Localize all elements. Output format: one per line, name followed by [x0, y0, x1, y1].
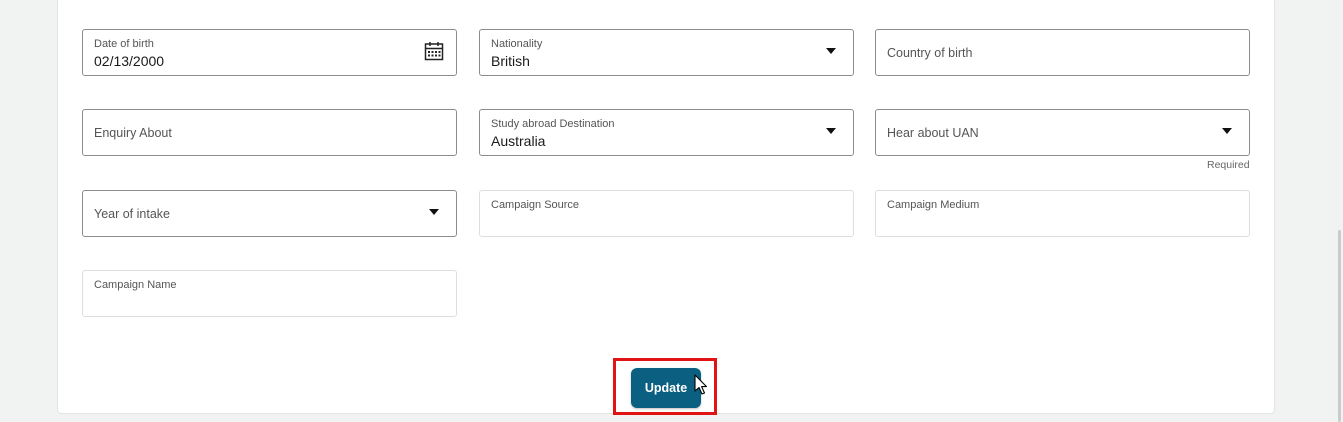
calendar-icon[interactable]	[424, 41, 444, 61]
campaign-medium-label: Campaign Medium	[887, 199, 980, 211]
date-of-birth-field[interactable]: Date of birth 02/13/2000	[82, 29, 457, 76]
enquiry-about-placeholder: Enquiry About	[94, 126, 172, 140]
study-destination-label: Study abroad Destination	[491, 118, 615, 130]
update-button[interactable]: Update	[631, 368, 701, 408]
study-destination-value: Australia	[491, 133, 546, 149]
campaign-source-input[interactable]: Campaign Source	[479, 190, 854, 237]
campaign-name-input[interactable]: Campaign Name	[82, 270, 457, 317]
campaign-source-label: Campaign Source	[491, 199, 580, 211]
year-of-intake-placeholder: Year of intake	[94, 207, 170, 221]
study-destination-select[interactable]: Study abroad Destination Australia	[479, 109, 854, 156]
caret-down-icon	[1222, 128, 1232, 134]
caret-down-icon	[826, 128, 836, 134]
country-of-birth-placeholder: Country of birth	[887, 46, 973, 60]
year-of-intake-select[interactable]: Year of intake	[82, 190, 457, 237]
hear-about-select[interactable]: Hear about UAN	[875, 109, 1250, 156]
page-scrollbar[interactable]	[1338, 230, 1341, 422]
caret-down-icon	[826, 48, 836, 54]
hear-about-required-text: Required	[1207, 159, 1250, 171]
campaign-name-label: Campaign Name	[94, 279, 177, 291]
hear-about-placeholder: Hear about UAN	[887, 126, 979, 140]
caret-down-icon	[429, 209, 439, 215]
date-of-birth-value: 02/13/2000	[94, 53, 165, 69]
date-of-birth-label: Date of birth	[94, 38, 154, 50]
mouse-cursor-icon	[694, 374, 708, 395]
campaign-medium-input[interactable]: Campaign Medium	[875, 190, 1250, 237]
nationality-label: Nationality	[491, 38, 543, 50]
nationality-value: British	[491, 53, 530, 69]
enquiry-about-input[interactable]: Enquiry About	[82, 109, 457, 156]
nationality-select[interactable]: Nationality British	[479, 29, 854, 76]
country-of-birth-input[interactable]: Country of birth	[875, 29, 1250, 76]
